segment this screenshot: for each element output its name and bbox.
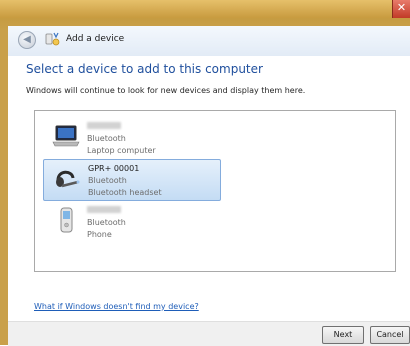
device-type: Bluetooth (88, 176, 127, 185)
add-device-icon (45, 32, 60, 46)
device-item-phone[interactable]: Bluetooth Phone (43, 201, 221, 243)
device-category: Laptop computer (87, 146, 156, 155)
headset-icon (56, 170, 80, 188)
device-name-hidden (87, 122, 121, 129)
device-category: Bluetooth headset (88, 188, 162, 197)
dialog-header: ◀ Add a device (8, 26, 410, 57)
page-heading: Select a device to add to this computer (26, 62, 263, 76)
help-link[interactable]: What if Windows doesn't find my device? (34, 302, 199, 311)
page-subtitle: Windows will continue to look for new de… (26, 86, 306, 95)
close-button[interactable]: ✕ (392, 0, 410, 18)
device-category: Phone (87, 230, 112, 239)
device-list[interactable]: Bluetooth Laptop computer GPR+ 00001 Blu… (34, 110, 396, 272)
dialog-title: Add a device (66, 34, 125, 44)
device-type: Bluetooth (87, 134, 126, 143)
next-button[interactable]: Next (322, 326, 364, 344)
device-item-headset[interactable]: GPR+ 00001 Bluetooth Bluetooth headset (43, 159, 221, 201)
cancel-button[interactable]: Cancel (370, 326, 410, 344)
device-type: Bluetooth (87, 218, 126, 227)
device-name-hidden (87, 206, 121, 213)
phone-icon (60, 207, 73, 233)
device-item-laptop[interactable]: Bluetooth Laptop computer (43, 117, 221, 159)
back-button[interactable]: ◀ (18, 31, 36, 49)
device-name: GPR+ 00001 (88, 164, 140, 173)
title-bar (0, 0, 410, 18)
laptop-icon (52, 125, 80, 147)
